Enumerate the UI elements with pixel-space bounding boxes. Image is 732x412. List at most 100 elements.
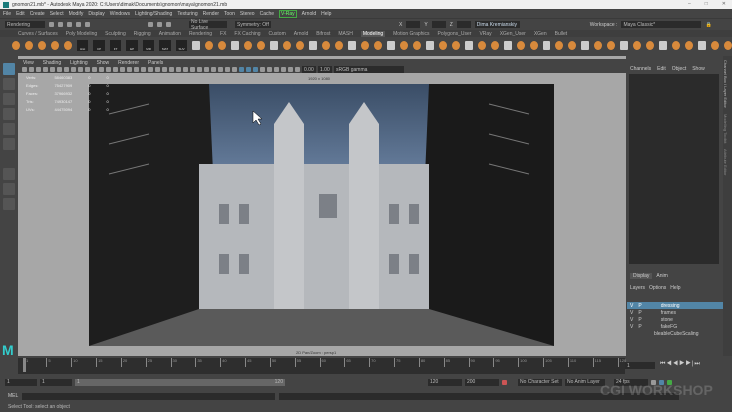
mel-input[interactable] bbox=[22, 392, 276, 400]
layer-name[interactable]: bleableCubeScaling bbox=[654, 331, 698, 337]
panel-toolbar-icon[interactable] bbox=[183, 67, 188, 72]
panel-toolbar-icon[interactable] bbox=[204, 67, 209, 72]
shelf-button[interactable]: Hist bbox=[76, 40, 89, 51]
options-menu[interactable]: Options bbox=[649, 285, 666, 291]
tab-anim[interactable]: Anim bbox=[656, 273, 667, 279]
panel-toolbar-icon[interactable] bbox=[148, 67, 153, 72]
panel-toolbar-icon[interactable] bbox=[127, 67, 132, 72]
channels-menu[interactable]: Channels bbox=[630, 66, 651, 73]
colorspace-dropdown[interactable]: sRGB gamma bbox=[334, 66, 404, 73]
tab-modelling-toolkit[interactable]: Modelling Toolkit bbox=[723, 108, 728, 144]
shelf-tool-icon[interactable] bbox=[438, 41, 447, 50]
layer-row[interactable]: V Pstone bbox=[627, 316, 723, 323]
layer-row[interactable]: bleableCubeScaling bbox=[627, 330, 723, 337]
undo-icon[interactable] bbox=[76, 22, 81, 27]
move-tool-icon[interactable] bbox=[3, 108, 15, 120]
panel-toolbar-icon[interactable] bbox=[78, 67, 83, 72]
single-view-icon[interactable] bbox=[3, 168, 15, 180]
user-account-button[interactable]: Dima Kremianskiy bbox=[474, 21, 520, 28]
scale-tool-icon[interactable] bbox=[3, 138, 15, 150]
panel-toolbar-icon[interactable] bbox=[295, 67, 300, 72]
live-surface-field[interactable]: No Live Surface bbox=[189, 19, 227, 31]
range-slider[interactable]: 1 120 bbox=[75, 378, 285, 386]
object-menu[interactable]: Object bbox=[672, 66, 686, 73]
open-icon[interactable] bbox=[58, 22, 63, 27]
shelf-button[interactable]: SUV bbox=[175, 40, 188, 51]
shelf-tab[interactable]: Sculpting bbox=[105, 31, 126, 37]
menu-help[interactable]: Help bbox=[321, 11, 331, 17]
panel-toolbar-icon[interactable] bbox=[92, 67, 97, 72]
shelf-tool-icon[interactable] bbox=[594, 41, 603, 50]
save-icon[interactable] bbox=[67, 22, 72, 27]
panel-toolbar-icon[interactable] bbox=[134, 67, 139, 72]
panel-menu-lighting[interactable]: Lighting bbox=[70, 60, 88, 66]
shelf-tab[interactable]: FX bbox=[220, 31, 226, 37]
menu-cache[interactable]: Cache bbox=[260, 11, 274, 17]
playback-toggle[interactable]: P bbox=[638, 324, 641, 330]
shelf-tool-icon[interactable] bbox=[568, 41, 577, 50]
end-time-field[interactable]: 200 bbox=[465, 378, 499, 386]
layer-name[interactable]: dressing bbox=[661, 303, 680, 309]
shelf-tool-icon[interactable] bbox=[425, 41, 434, 50]
shelf-tool-icon[interactable] bbox=[347, 41, 356, 50]
tab-attribute-editor[interactable]: Attribute Editor bbox=[723, 143, 728, 175]
visibility-toggle[interactable]: V bbox=[630, 324, 633, 330]
playback-start-field[interactable]: 1 bbox=[40, 378, 72, 386]
panel-toolbar-icon[interactable] bbox=[85, 67, 90, 72]
shelf-tool-icon[interactable] bbox=[620, 41, 629, 50]
shelf-tool-icon[interactable] bbox=[451, 41, 460, 50]
shelf-tab[interactable]: Rendering bbox=[189, 31, 212, 37]
menu-texturing[interactable]: Texturing bbox=[177, 11, 197, 17]
panel-menu-panels[interactable]: Panels bbox=[148, 60, 163, 66]
lock-icon[interactable]: 🔒 bbox=[705, 22, 711, 28]
shelf-tool-icon[interactable] bbox=[646, 41, 655, 50]
shelf-tool-icon[interactable] bbox=[309, 41, 318, 50]
shelf-tab[interactable]: MASH bbox=[338, 31, 352, 37]
panel-toolbar-icon[interactable] bbox=[253, 67, 258, 72]
panel-toolbar-icon[interactable] bbox=[50, 67, 55, 72]
redo-icon[interactable] bbox=[85, 22, 90, 27]
select-tool-icon[interactable] bbox=[3, 63, 15, 75]
shelf-tab[interactable]: Rigging bbox=[134, 31, 151, 37]
playback-toggle[interactable]: P bbox=[638, 317, 641, 323]
shelf-tool-icon[interactable] bbox=[360, 41, 369, 50]
shelf-tool-icon[interactable] bbox=[490, 41, 499, 50]
panel-toolbar-icon[interactable] bbox=[29, 67, 34, 72]
paint-select-icon[interactable] bbox=[3, 93, 15, 105]
snap-curve-icon[interactable] bbox=[157, 22, 162, 27]
panel-toolbar-icon[interactable] bbox=[218, 67, 223, 72]
menu-stereo[interactable]: Stereo bbox=[240, 11, 255, 17]
shelf-tool-icon[interactable] bbox=[270, 41, 279, 50]
panel-toolbar-icon[interactable] bbox=[176, 67, 181, 72]
shelf-tab[interactable]: FX Caching bbox=[234, 31, 260, 37]
menu-render[interactable]: Render bbox=[203, 11, 219, 17]
shelf-tab[interactable]: Poly Modeling bbox=[66, 31, 97, 37]
menu-create[interactable]: Create bbox=[30, 11, 45, 17]
minimize-icon[interactable]: – bbox=[688, 1, 691, 7]
gamma-field[interactable]: 1.00 bbox=[318, 66, 332, 73]
panel-toolbar-icon[interactable] bbox=[246, 67, 251, 72]
shelf-tool-icon[interactable] bbox=[711, 41, 720, 50]
shelf-tool-icon[interactable] bbox=[50, 41, 59, 50]
menu-vray[interactable]: V-Ray bbox=[279, 9, 297, 18]
shelf-tool-icon[interactable] bbox=[12, 41, 20, 50]
menu-edit[interactable]: Edit bbox=[16, 11, 25, 17]
tab-channel-box[interactable]: Channel Box / Layer Editor bbox=[723, 56, 728, 108]
layer-row[interactable]: V PfakeFG bbox=[627, 323, 723, 330]
menu-file[interactable]: File bbox=[3, 11, 11, 17]
shelf-tab[interactable]: Modeling bbox=[360, 30, 386, 37]
panel-toolbar-icon[interactable] bbox=[43, 67, 48, 72]
shelf-tool-icon[interactable] bbox=[296, 41, 305, 50]
workspace-dropdown[interactable]: Maya Classic* bbox=[621, 21, 702, 28]
shelf-tool-icon[interactable] bbox=[477, 41, 486, 50]
snap-grid-icon[interactable] bbox=[148, 22, 153, 27]
shelf-tool-icon[interactable] bbox=[516, 41, 525, 50]
layer-row[interactable]: V Pframes bbox=[627, 309, 723, 316]
panel-toolbar-icon[interactable] bbox=[36, 67, 41, 72]
shelf-tool-icon[interactable] bbox=[412, 41, 421, 50]
start-time-field[interactable]: 1 bbox=[5, 378, 37, 386]
panel-menu-shading[interactable]: Shading bbox=[43, 60, 61, 66]
layer-row[interactable]: V Pdressing bbox=[627, 302, 723, 309]
menuset-dropdown[interactable]: Rendering bbox=[5, 21, 45, 28]
shelf-tool-icon[interactable] bbox=[283, 41, 292, 50]
